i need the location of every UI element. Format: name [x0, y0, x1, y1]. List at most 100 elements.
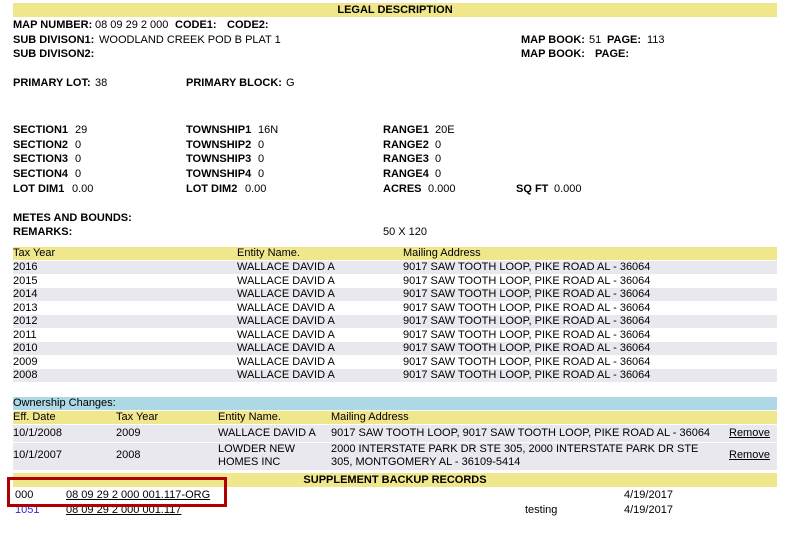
entity-name: WALLACE DAVID A [237, 328, 335, 341]
mailing-address: 9017 SAW TOOTH LOOP, PIKE ROAD AL - 3606… [403, 369, 651, 381]
section3-label: SECTION3 [13, 153, 69, 165]
highlight-box [7, 477, 227, 507]
range4-label: RANGE4 [383, 168, 429, 180]
mailing-address-line1: 2000 INTERSTATE PARK DR STE 305, 2000 IN… [331, 443, 699, 455]
record-date: 4/19/2017 [624, 489, 673, 501]
tax-table-header: Tax Year Entity Name. Mailing Address [13, 247, 777, 260]
legal-description-header: LEGAL DESCRIPTION [13, 3, 777, 17]
ownership-table-header: Eff. Date Tax Year Entity Name. Mailing … [13, 411, 777, 424]
tax-table-row: 2016 WALLACE DAVID A 9017 SAW TOOTH LOOP, … [13, 261, 777, 274]
subdivision2-label: SUB DIVISON2: [13, 48, 95, 60]
map-number-label: MAP NUMBER: [13, 19, 93, 31]
map-book2-label: MAP BOOK: [521, 48, 585, 60]
tax-table-row: 2015 WALLACE DAVID A 9017 SAW TOOTH LOOP, … [13, 275, 777, 288]
section2-value: 0 [75, 139, 82, 151]
ownership-row: 10/1/2008 2009 WALLACE DAVID A 9017 SAW … [13, 425, 777, 442]
eff-date: 10/1/2008 [13, 427, 62, 439]
range4-value: 0 [435, 168, 442, 180]
tax-table-row: 2008 WALLACE DAVID A 9017 SAW TOOTH LOOP, … [13, 369, 777, 382]
section2-label: SECTION2 [13, 139, 69, 151]
remarks-label: REMARKS: [13, 226, 73, 238]
page2-label: PAGE: [595, 48, 630, 60]
tax-table-row: 2009 WALLACE DAVID A 9017 SAW TOOTH LOOP, … [13, 356, 777, 369]
map-number-value: 08 09 29 2 000 [95, 19, 169, 31]
entity-name: WALLACE DAVID A [237, 288, 335, 300]
range3-value: 0 [435, 153, 442, 165]
tax-table-row: 2014 WALLACE DAVID A 9017 SAW TOOTH LOOP, … [13, 288, 777, 301]
col-entity-name: Entity Name. [237, 247, 300, 259]
section1-label: SECTION1 [13, 124, 69, 136]
entity-name: WALLACE DAVID A [237, 261, 335, 273]
township3-label: TOWNSHIP3 [186, 153, 252, 165]
col-tax-year: Tax Year [116, 411, 159, 423]
township1-label: TOWNSHIP1 [186, 124, 252, 136]
entity-name: WALLACE DAVID A [237, 342, 335, 354]
code1-label: CODE1: [175, 19, 217, 31]
entity-name: WALLACE DAVID A [218, 427, 316, 439]
range3-label: RANGE3 [383, 153, 429, 165]
tax-year: 2010 [13, 342, 38, 354]
remove-link[interactable]: Remove [729, 427, 770, 440]
tax-year: 2012 [13, 315, 38, 327]
page1-label: PAGE: [607, 34, 642, 46]
map-book1-label: MAP BOOK: [521, 34, 585, 46]
entity-name-line2: HOMES INC [218, 456, 281, 468]
range2-label: RANGE2 [383, 139, 429, 151]
section3-value: 0 [75, 153, 82, 165]
sqft-value: 0.000 [554, 183, 582, 195]
map-book1-value: 51 [589, 34, 602, 46]
range1-value: 20E [435, 124, 455, 136]
remove-link[interactable]: Remove [729, 449, 770, 462]
section4-value: 0 [75, 168, 82, 180]
col-tax-year: Tax Year [13, 247, 56, 259]
tax-year: 2016 [13, 261, 38, 273]
tax-year: 2009 [116, 427, 141, 439]
township3-value: 0 [258, 153, 265, 165]
mailing-address: 9017 SAW TOOTH LOOP, PIKE ROAD AL - 3606… [403, 328, 651, 341]
mailing-address: 9017 SAW TOOTH LOOP, PIKE ROAD AL - 3606… [403, 315, 651, 327]
lot-dim2-value: 0.00 [245, 183, 267, 195]
section1-value: 29 [75, 124, 88, 136]
tax-year: 2008 [13, 369, 38, 381]
mailing-address: 9017 SAW TOOTH LOOP, PIKE ROAD AL - 3606… [403, 355, 651, 368]
township1-value: 16N [258, 124, 279, 136]
township4-value: 0 [258, 168, 265, 180]
col-mailing-address: Mailing Address [403, 247, 481, 259]
code2-label: CODE2: [227, 19, 269, 31]
subdivision1-label: SUB DIVISON1: [13, 34, 95, 46]
tax-year: 2009 [13, 355, 38, 368]
record-note: testing [525, 504, 558, 516]
mailing-address-line2: 305, MONTGOMERY AL - 36109-5414 [331, 456, 521, 468]
entity-name-line1: LOWDER NEW [218, 443, 295, 455]
mailing-address: 9017 SAW TOOTH LOOP, 9017 SAW TOOTH LOOP… [331, 427, 711, 439]
tax-year: 2015 [13, 274, 38, 287]
primary-lot-label: PRIMARY LOT: [13, 77, 91, 89]
mailing-address: 9017 SAW TOOTH LOOP, PIKE ROAD AL - 3606… [403, 274, 651, 287]
lot-dim1-value: 0.00 [72, 183, 94, 195]
entity-name: WALLACE DAVID A [237, 301, 335, 314]
lot-dim1-label: LOT DIM1 [13, 183, 65, 195]
township2-value: 0 [258, 139, 265, 151]
ownership-row: 10/1/2007 2008 LOWDER NEW HOMES INC 2000… [13, 443, 777, 470]
range2-value: 0 [435, 139, 442, 151]
entity-name: WALLACE DAVID A [237, 369, 335, 381]
acres-label: ACRES [383, 183, 422, 195]
mailing-address: 9017 SAW TOOTH LOOP, PIKE ROAD AL - 3606… [403, 301, 651, 314]
tax-table-row: 2012 WALLACE DAVID A 9017 SAW TOOTH LOOP, … [13, 315, 777, 328]
remarks-value: 50 X 120 [383, 226, 428, 238]
tax-table-row: 2013 WALLACE DAVID A 9017 SAW TOOTH LOOP, … [13, 302, 777, 315]
entity-name: WALLACE DAVID A [237, 355, 335, 368]
tax-year: 2013 [13, 301, 38, 314]
tax-year: 2011 [13, 328, 37, 341]
subdivision1-value: WOODLAND CREEK POD B PLAT 1 [99, 34, 281, 46]
metes-bounds-label: METES AND BOUNDS: [13, 212, 132, 224]
mailing-address: 9017 SAW TOOTH LOOP, PIKE ROAD AL - 3606… [403, 288, 651, 300]
primary-lot-value: 38 [95, 77, 108, 89]
col-mailing-address: Mailing Address [331, 411, 409, 423]
lot-dim2-label: LOT DIM2 [186, 183, 238, 195]
township2-label: TOWNSHIP2 [186, 139, 252, 151]
col-eff-date: Eff. Date [13, 411, 56, 423]
primary-block-value: G [286, 77, 295, 89]
tax-year: 2008 [116, 449, 141, 461]
col-entity-name: Entity Name. [218, 411, 281, 423]
